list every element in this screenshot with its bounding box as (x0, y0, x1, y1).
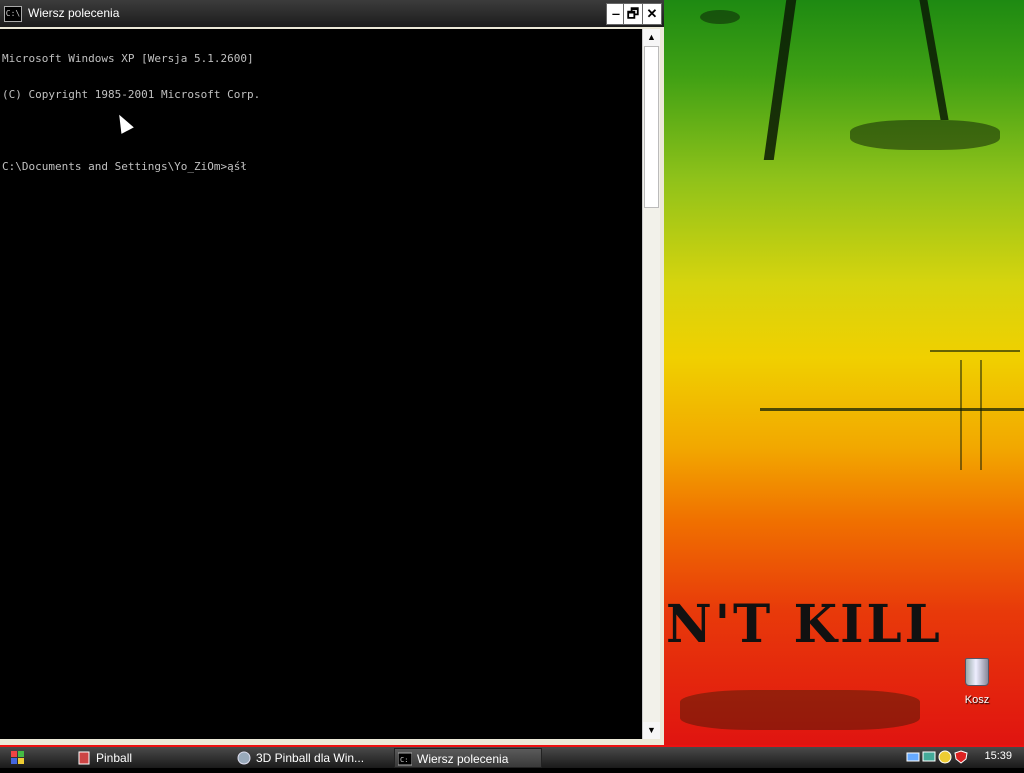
svg-text:C:: C: (400, 756, 408, 764)
taskbar-item-label: 3D Pinball dla Win... (256, 751, 365, 765)
scroll-up-button[interactable]: ▲ (643, 29, 660, 46)
taskbar-item-command-prompt[interactable]: C: Wiersz polecenia (394, 748, 542, 768)
recycle-bin-label: Kosz (964, 694, 990, 706)
update-icon[interactable] (938, 750, 952, 764)
taskbar-item-label: Wiersz polecenia (417, 752, 509, 766)
window-titlebar[interactable]: C:\ Wiersz polecenia ‒ 🗗 ✕ (0, 0, 664, 27)
windows-logo-icon (11, 751, 24, 764)
recycle-bin-desktop-icon[interactable]: Kosz (955, 658, 999, 706)
cmd-icon: C:\ (4, 6, 22, 22)
cmd-icon: C: (398, 752, 412, 766)
taskbar-item-label: Pinball (96, 751, 133, 765)
network-icon[interactable] (906, 750, 920, 764)
console-output[interactable]: Microsoft Windows XP [Wersja 5.1.2600] (… (0, 29, 642, 739)
scroll-down-button[interactable]: ▼ (643, 722, 660, 739)
console-line: Microsoft Windows XP [Wersja 5.1.2600] (2, 52, 254, 65)
close-button[interactable]: ✕ (642, 3, 662, 25)
window-title: Wiersz polecenia (28, 6, 120, 20)
taskbar-item-3d-pinball[interactable]: 3D Pinball dla Win... (234, 748, 384, 768)
start-button[interactable] (6, 748, 50, 768)
taskbar: Pinball 3D Pinball dla Win... C: Wiersz … (0, 745, 1024, 768)
security-shield-icon[interactable] (954, 750, 968, 764)
pinball-icon (78, 751, 90, 765)
console-prompt-line[interactable]: C:\Documents and Settings\Yo_ZiOm>ąśł (2, 161, 642, 173)
console-line: (C) Copyright 1985-2001 Microsoft Corp. (2, 88, 261, 101)
computer-icon[interactable] (922, 750, 936, 764)
restore-button[interactable]: 🗗 (623, 3, 643, 25)
taskbar-clock[interactable]: 15:39 (984, 750, 1012, 762)
vertical-scrollbar[interactable]: ▲ ▼ (642, 29, 660, 739)
recycle-bin-icon (965, 658, 989, 686)
system-tray: 15:39 (900, 747, 1024, 768)
command-prompt-window[interactable]: C:\ Wiersz polecenia ‒ 🗗 ✕ Microsoft Win… (0, 0, 664, 745)
taskbar-item-pinball[interactable]: Pinball (74, 748, 224, 768)
scroll-thumb[interactable] (644, 46, 659, 208)
wallpaper-text: N'T KILL (666, 592, 943, 655)
media-player-icon (237, 751, 251, 765)
